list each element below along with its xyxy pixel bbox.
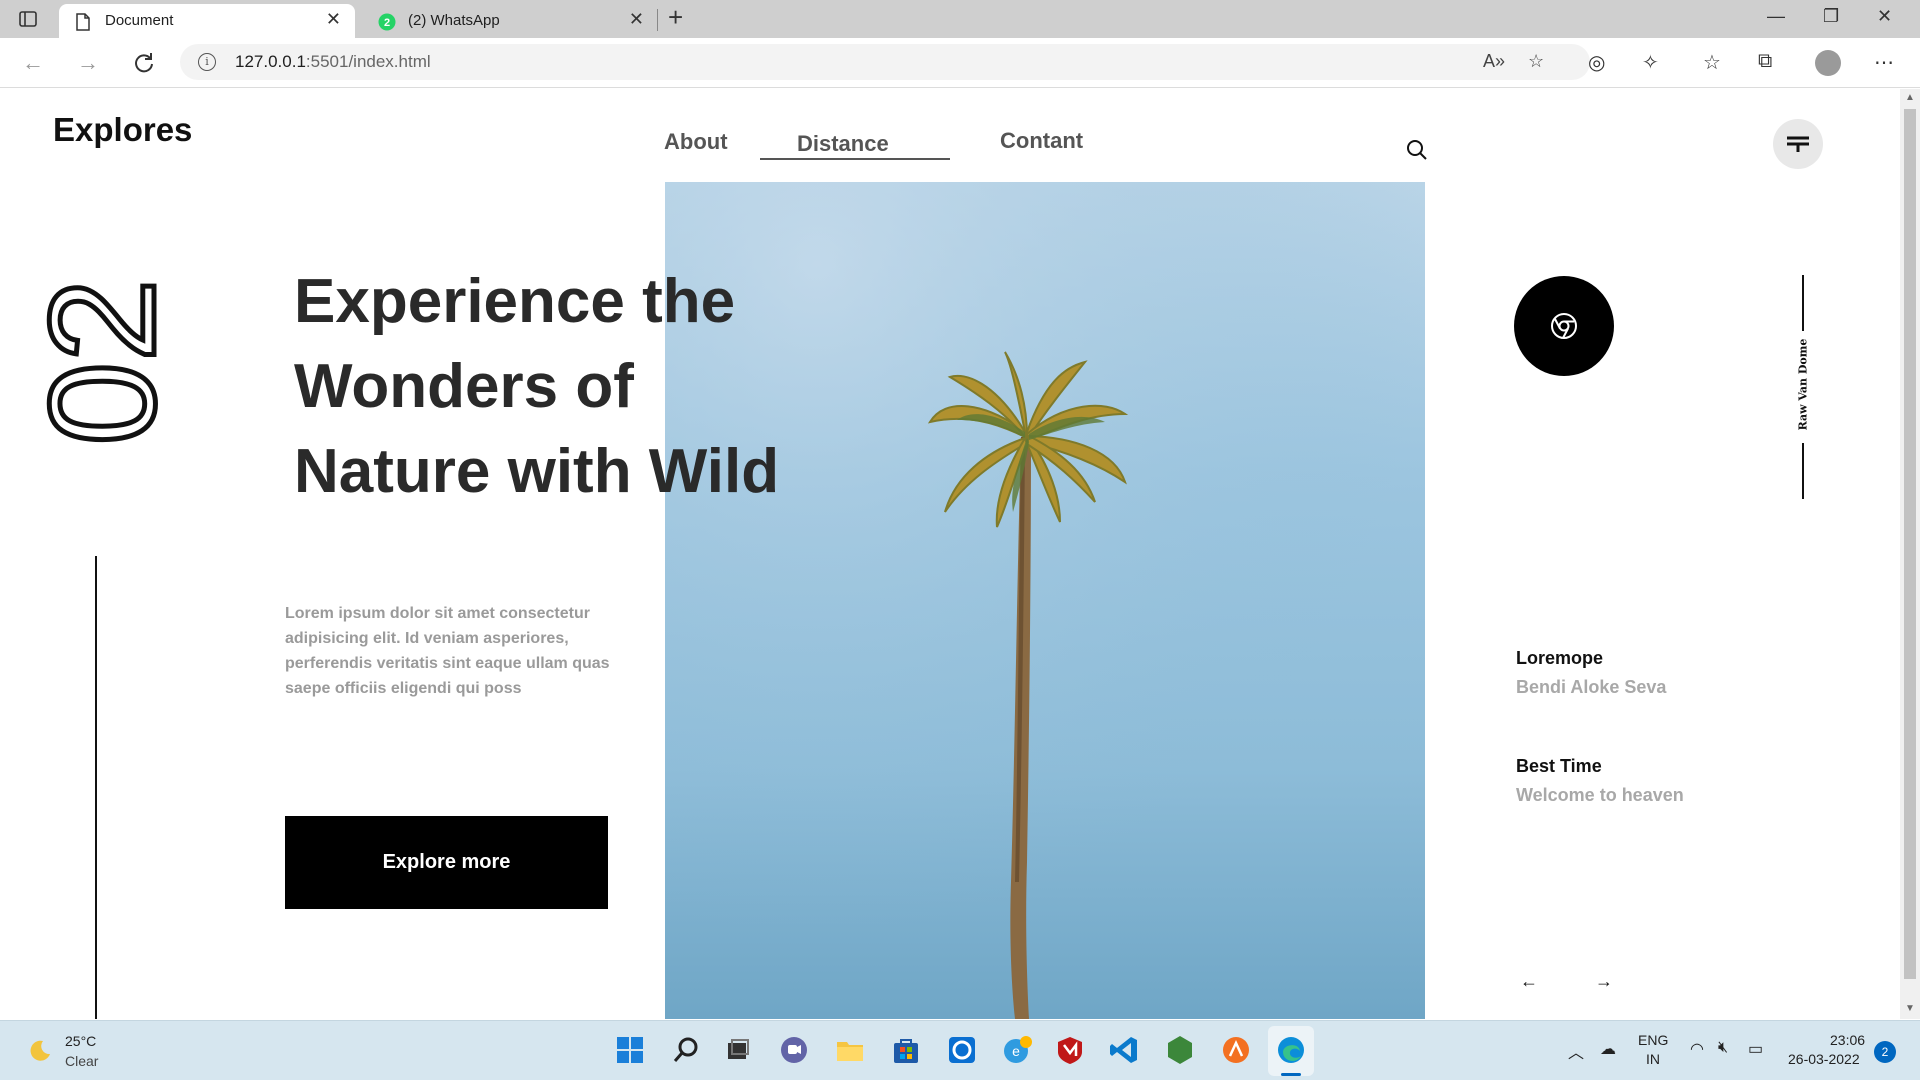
side-item-subtitle: Bendi Aloke Seva <box>1516 677 1667 697</box>
favorites-icon[interactable]: ☆ <box>1703 50 1721 75</box>
refresh-icon[interactable] <box>133 52 155 74</box>
site-logo[interactable]: Explores <box>53 111 192 149</box>
side-item-subtitle: Welcome to heaven <box>1516 785 1684 805</box>
right-divider-line-bottom <box>1802 443 1804 499</box>
tab-title: Document <box>105 12 174 29</box>
side-item-title: Best Time <box>1516 756 1602 776</box>
battery-icon[interactable]: ▭ <box>1748 1039 1763 1059</box>
svg-text:02: 02 <box>32 279 172 446</box>
task-view-icon[interactable] <box>722 1034 754 1066</box>
windows-taskbar: 25°C Clear e ︿ ☁ ENG IN ◠ 🔇︎ ▭ 23:06 26-… <box>0 1020 1920 1080</box>
microsoft-store-icon[interactable] <box>890 1034 922 1066</box>
svg-text:2: 2 <box>384 17 390 29</box>
edge-icon[interactable] <box>1275 1034 1307 1066</box>
chrome-icon <box>1551 313 1577 339</box>
active-app-indicator <box>1281 1073 1301 1076</box>
mcafee-icon[interactable] <box>1054 1034 1086 1066</box>
tracking-prevention-icon[interactable]: ◎ <box>1588 50 1605 75</box>
app-icon[interactable] <box>1220 1034 1252 1066</box>
weather-temperature: 25°C <box>65 1033 97 1049</box>
headline-line: Experience the <box>294 267 736 336</box>
profile-avatar[interactable] <box>1815 50 1841 76</box>
page-scrollbar[interactable]: ▲ ▼ <box>1900 89 1920 1019</box>
vscode-icon[interactable] <box>1108 1034 1140 1066</box>
chrome-logo-button[interactable] <box>1514 276 1614 376</box>
scroll-up-icon[interactable]: ▲ <box>1905 92 1915 103</box>
nav-distance[interactable]: Distance <box>797 131 889 157</box>
weather-condition: Clear <box>65 1053 99 1069</box>
site-info-icon[interactable]: i <box>198 53 216 71</box>
browser-tab-bar: Document ✕ 2 (2) WhatsApp ✕ + — ❐ ✕ <box>0 0 1920 38</box>
window-close-icon[interactable]: ✕ <box>1877 6 1892 27</box>
collections-icon[interactable]: ⧉ <box>1758 50 1772 73</box>
clock-time[interactable]: 23:06 <box>1830 1032 1865 1048</box>
page-icon <box>76 13 90 31</box>
scroll-thumb[interactable] <box>1904 109 1916 979</box>
more-options-icon[interactable]: ⋯ <box>1874 50 1894 75</box>
right-divider-line-top <box>1802 275 1804 331</box>
back-icon[interactable]: ← <box>22 50 44 76</box>
explore-more-button[interactable]: Explore more <box>285 816 608 909</box>
wifi-icon[interactable]: ◠ <box>1690 1039 1704 1059</box>
search-icon[interactable] <box>670 1034 702 1066</box>
nav-about[interactable]: About <box>664 129 728 155</box>
left-divider-line <box>95 556 97 1019</box>
prev-arrow-icon[interactable]: ← <box>1520 971 1538 992</box>
next-arrow-icon[interactable]: → <box>1595 971 1613 992</box>
tab-actions-icon[interactable] <box>18 9 38 29</box>
chevron-up-icon[interactable]: ︿ <box>1568 1039 1584 1063</box>
headline-line: Nature with Wild <box>294 437 780 506</box>
minimize-icon[interactable]: — <box>1767 6 1785 27</box>
web-page: Explores About Distance Contant 02 Exper… <box>0 89 1900 1019</box>
tab-document[interactable]: Document ✕ <box>59 4 355 38</box>
address-bar[interactable]: i 127.0.0.1:5501/index.html A» ☆ <box>180 44 1590 80</box>
side-item-title: Loremope <box>1516 648 1604 668</box>
read-aloud-icon[interactable]: A» <box>1483 51 1505 72</box>
language-code[interactable]: ENG <box>1638 1032 1668 1048</box>
nav-contant[interactable]: Contant <box>1000 128 1083 154</box>
scroll-down-icon[interactable]: ▼ <box>1905 1003 1915 1014</box>
forward-icon[interactable]: → <box>77 50 99 76</box>
slide-number: 02 <box>32 276 172 448</box>
url-text: 127.0.0.1:5501/index.html <box>235 52 431 71</box>
hero-headline: Experience the Wonders of Nature with Wi… <box>294 259 854 514</box>
menu-button[interactable] <box>1773 119 1823 169</box>
nodejs-icon[interactable] <box>1164 1034 1196 1066</box>
app-icon[interactable] <box>946 1034 978 1066</box>
close-tab-icon[interactable]: ✕ <box>326 9 341 30</box>
search-icon[interactable] <box>1406 139 1428 161</box>
headline-line: Wonders of <box>294 352 634 421</box>
app-icon[interactable]: e <box>1002 1034 1034 1066</box>
browser-toolbar: ← → i 127.0.0.1:5501/index.html A» ☆ ◎ ✧… <box>0 38 1920 88</box>
region-code[interactable]: IN <box>1646 1051 1660 1067</box>
vertical-caption: Raw Van Dome <box>1796 338 1810 431</box>
nav-active-underline <box>760 158 950 160</box>
svg-text:e: e <box>1012 1043 1020 1059</box>
clock-date[interactable]: 26-03-2022 <box>1788 1051 1860 1067</box>
speaker-muted-icon[interactable]: 🔇︎ <box>1718 1039 1728 1057</box>
tab-whatsapp[interactable]: 2 (2) WhatsApp ✕ <box>362 4 658 38</box>
extensions-icon[interactable]: ✧ <box>1642 50 1659 75</box>
restore-icon[interactable]: ❐ <box>1823 6 1839 27</box>
tab-separator <box>657 9 658 31</box>
hero-description: Lorem ipsum dolor sit amet consectetur a… <box>285 605 610 697</box>
menu-icon <box>1787 136 1809 152</box>
tab-title: (2) WhatsApp <box>408 12 500 29</box>
new-tab-button[interactable]: + <box>668 2 683 33</box>
notification-badge[interactable]: 2 <box>1874 1041 1896 1063</box>
onedrive-icon[interactable]: ☁ <box>1600 1039 1616 1059</box>
teams-chat-icon[interactable] <box>778 1034 810 1066</box>
moon-icon[interactable] <box>28 1038 52 1062</box>
add-favorite-icon[interactable]: ☆ <box>1528 51 1544 72</box>
close-tab-icon[interactable]: ✕ <box>629 9 644 30</box>
windows-start-icon[interactable] <box>614 1034 646 1066</box>
file-explorer-icon[interactable] <box>834 1034 866 1066</box>
whatsapp-icon: 2 <box>378 13 396 31</box>
